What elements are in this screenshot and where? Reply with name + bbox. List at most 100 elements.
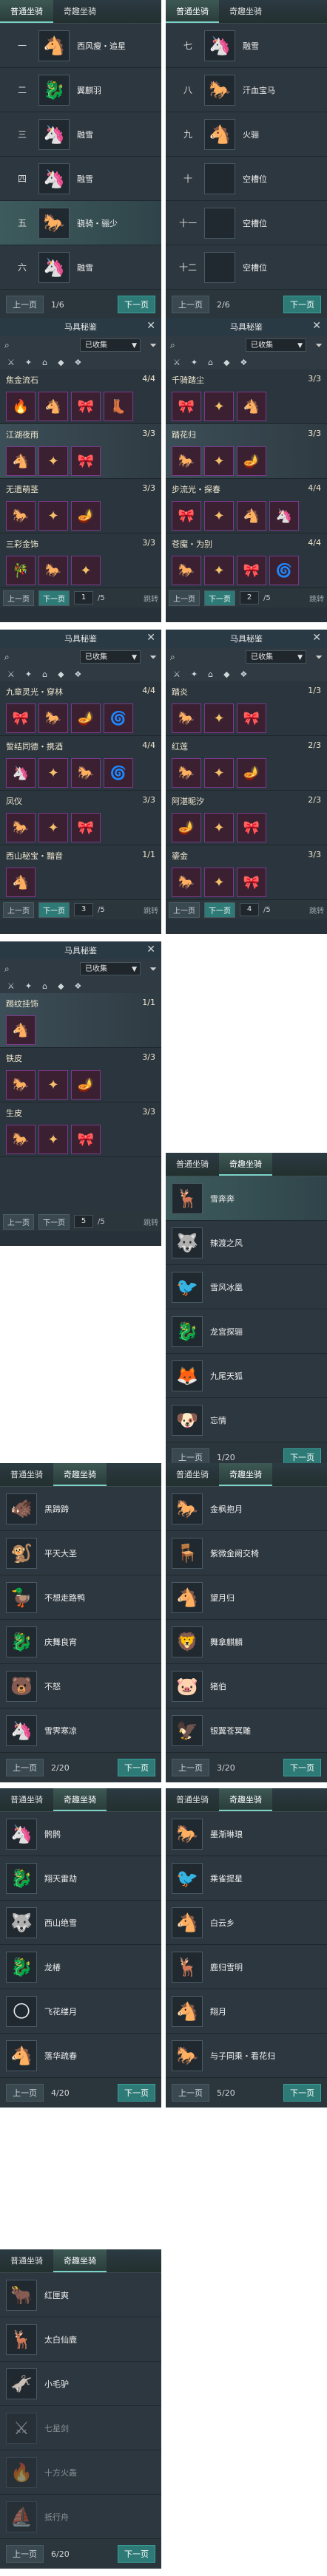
category-icon[interactable]: ⌂ — [208, 669, 213, 679]
tab-rare-mounts[interactable]: 奇趣坐骑 — [53, 0, 107, 23]
close-icon[interactable]: ✕ — [312, 320, 321, 332]
category-icon[interactable]: ❖ — [240, 669, 248, 679]
tab-rare-mounts[interactable]: 奇趣坐骑 — [53, 1463, 107, 1486]
category-icon[interactable]: ❖ — [75, 981, 82, 991]
page-number-input[interactable]: 1 — [74, 591, 93, 604]
category-icon[interactable]: ✦ — [25, 981, 32, 991]
page-number-input[interactable]: 4 — [240, 903, 259, 916]
collected-filter-select[interactable]: 已收集 ▼ — [80, 962, 141, 975]
close-icon[interactable]: ✕ — [312, 632, 321, 644]
tack-item-icon[interactable]: 🌀 — [104, 758, 133, 788]
tack-item-icon[interactable]: 🎀 — [237, 703, 266, 733]
tack-item-icon[interactable]: 🐎 — [6, 813, 36, 842]
tab-normal-mounts[interactable]: 普通坐骑 — [0, 1463, 53, 1486]
prev-page-button[interactable]: 上一页 — [172, 1759, 209, 1776]
prev-page-button[interactable]: 上一页 — [169, 902, 200, 918]
collected-filter-select[interactable]: 已收集 ▼ — [80, 650, 141, 664]
tack-item-icon[interactable]: 🎀 — [6, 703, 36, 733]
mount-row[interactable]: 🦄 雪霁寒凉 — [0, 1708, 161, 1753]
tack-set-row[interactable]: 步流光・探春 4/4 🎀 ✦ 🐴 🦄 — [166, 479, 327, 534]
mount-row[interactable]: 🦅 银翼苍冥雕 — [166, 1708, 327, 1753]
next-page-button[interactable]: 下一页 — [283, 1759, 321, 1776]
next-page-button[interactable]: 下一页 — [118, 2545, 155, 2563]
tack-item-icon[interactable]: 🐎 — [71, 758, 101, 788]
tab-rare-mounts[interactable]: 奇趣坐骑 — [53, 2249, 107, 2272]
mount-row[interactable]: 🐎 金枫抱月 — [166, 1487, 327, 1531]
tack-item-icon[interactable]: ✦ — [38, 501, 68, 531]
tack-item-icon[interactable]: 🪔 — [172, 813, 201, 842]
next-page-button[interactable]: 下一页 — [204, 902, 235, 918]
mount-row[interactable]: 🪑 紫微金阙交椅 — [166, 1531, 327, 1575]
tab-normal-mounts[interactable]: 普通坐骑 — [166, 1788, 219, 1811]
tack-item-icon[interactable]: 🪔 — [71, 703, 101, 733]
filter-icon[interactable]: ⏷ — [141, 652, 157, 663]
tack-item-icon[interactable]: ✦ — [38, 446, 68, 476]
tack-item-icon[interactable]: 🎀 — [237, 556, 266, 585]
close-icon[interactable]: ✕ — [146, 320, 155, 332]
tack-item-icon[interactable]: 🪔 — [237, 758, 266, 788]
tack-set-row[interactable]: 誓结同德・携酒 4/4 🦄 ✦ 🐎 🌀 — [0, 736, 161, 791]
search-icon[interactable]: ⌕ — [170, 652, 185, 663]
tack-item-icon[interactable]: 🎀 — [71, 392, 101, 421]
tack-item-icon[interactable]: ✦ — [38, 1070, 68, 1100]
tack-item-icon[interactable]: ✦ — [38, 758, 68, 788]
tack-item-icon[interactable]: 🪔 — [71, 501, 101, 531]
tack-set-row[interactable]: 苍魔・为别 4/4 🐎 ✦ 🎀 🌀 — [166, 534, 327, 588]
mount-row[interactable]: 🦁 舞拿麒麟 — [166, 1620, 327, 1664]
tack-set-row[interactable]: 踏花归 3/3 🐎 ✦ 🪔 — [166, 424, 327, 479]
category-icon[interactable]: ◆ — [223, 669, 229, 679]
tack-item-icon[interactable]: ✦ — [204, 868, 234, 897]
tack-set-row[interactable]: 千骑踏尘 3/3 🎀 ✦ 🐴 — [166, 369, 327, 424]
prev-page-button[interactable]: 上一页 — [169, 590, 200, 606]
jump-button[interactable]: 跳转 — [144, 1216, 158, 1227]
tack-item-icon[interactable]: 🐎 — [172, 758, 201, 788]
category-icon[interactable]: ◆ — [58, 981, 64, 991]
mount-row[interactable]: 🐗 黑蹄蹄 — [0, 1487, 161, 1531]
jump-button[interactable]: 跳转 — [144, 904, 158, 916]
jump-button[interactable]: 跳转 — [309, 904, 324, 916]
tack-item-icon[interactable]: ✦ — [38, 1125, 68, 1154]
category-icon[interactable]: ⚔ — [7, 981, 15, 991]
category-icon[interactable]: ⚔ — [7, 669, 15, 679]
mount-row[interactable]: 五 🐎 骁骑・骊少 — [0, 201, 161, 245]
tack-item-icon[interactable]: 🌀 — [269, 556, 299, 585]
tack-set-row[interactable]: 红莲 2/3 🐎 ✦ 🪔 — [166, 736, 327, 791]
category-icon[interactable]: ⚔ — [173, 669, 181, 679]
mount-row[interactable]: 🦌 鹿归雪明 — [166, 1945, 327, 1989]
tack-item-icon[interactable]: 🪔 — [237, 446, 266, 476]
mount-row[interactable]: 🐺 西山绝雪 — [0, 1901, 161, 1945]
mount-row[interactable]: 🐦 乘雀提星 — [166, 1856, 327, 1901]
tab-rare-mounts[interactable]: 奇趣坐骑 — [219, 0, 272, 23]
tack-item-icon[interactable]: 👢 — [104, 392, 133, 421]
search-icon[interactable]: ⌕ — [4, 652, 19, 663]
next-page-button[interactable]: 下一页 — [118, 296, 155, 313]
mount-row[interactable]: 🐒 平天大圣 — [0, 1531, 161, 1575]
tack-item-icon[interactable]: 🌀 — [104, 703, 133, 733]
jump-button[interactable]: 跳转 — [144, 593, 158, 604]
mount-row[interactable]: 🐴 翔月 — [166, 1989, 327, 2034]
tack-set-row[interactable]: 九章灵光・穿林 4/4 🎀 🐎 🪔 🌀 — [0, 681, 161, 736]
tab-normal-mounts[interactable]: 普通坐骑 — [0, 0, 53, 23]
mount-row[interactable]: 🐉 庆舞良宵 — [0, 1620, 161, 1664]
mount-row[interactable]: 🐴 白云乡 — [166, 1901, 327, 1945]
tack-item-icon[interactable]: ✦ — [71, 556, 101, 585]
tack-item-icon[interactable]: ✦ — [204, 556, 234, 585]
mount-row[interactable]: 🐦 雪风冰凰 — [166, 1265, 327, 1309]
prev-page-button[interactable]: 上一页 — [3, 590, 34, 606]
mount-row[interactable]: 🐉 龙宫探骊 — [166, 1309, 327, 1354]
mount-row[interactable]: 🐻 不怒 — [0, 1664, 161, 1708]
tab-normal-mounts[interactable]: 普通坐骑 — [166, 1463, 219, 1486]
next-page-button[interactable]: 下一页 — [118, 2084, 155, 2102]
page-number-input[interactable]: 3 — [74, 903, 93, 916]
tab-normal-mounts[interactable]: 普通坐骑 — [0, 2249, 53, 2272]
category-icon[interactable]: ◆ — [58, 669, 64, 679]
search-icon[interactable]: ⌕ — [170, 340, 185, 351]
mount-row[interactable]: 四 🦄 融雪 — [0, 157, 161, 201]
tack-item-icon[interactable]: 🔥 — [6, 392, 36, 421]
prev-page-button[interactable]: 上一页 — [6, 2545, 44, 2563]
mount-row[interactable]: 🐴 落华疏春 — [0, 2034, 161, 2078]
search-icon[interactable]: ⌕ — [4, 340, 19, 351]
tack-item-icon[interactable]: 🐎 — [172, 868, 201, 897]
tack-set-row[interactable]: 鎏金 3/3 🐎 ✦ 🎀 — [166, 845, 327, 900]
page-number-input[interactable]: 5 — [74, 1215, 93, 1228]
